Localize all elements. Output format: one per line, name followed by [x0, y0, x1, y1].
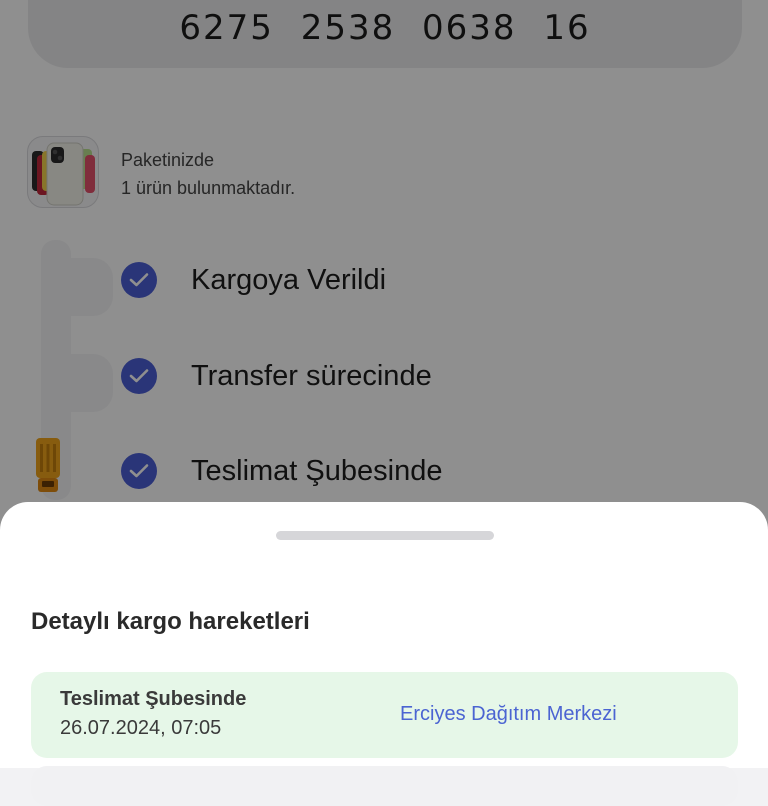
cargo-movements-sheet: Detaylı kargo hareketleri Teslimat Şubes…: [0, 502, 768, 806]
movement-location-link[interactable]: Erciyes Dağıtım Merkezi: [400, 703, 617, 726]
movement-card-next[interactable]: [31, 766, 738, 806]
movement-datetime: 26.07.2024, 07:05: [60, 717, 222, 739]
movement-status: Teslimat Şubesinde: [60, 688, 247, 710]
sheet-drag-handle[interactable]: [276, 531, 494, 540]
sheet-title: Detaylı kargo hareketleri: [31, 608, 310, 635]
movement-card[interactable]: Teslimat Şubesinde 26.07.2024, 07:05 Erc…: [31, 672, 738, 758]
